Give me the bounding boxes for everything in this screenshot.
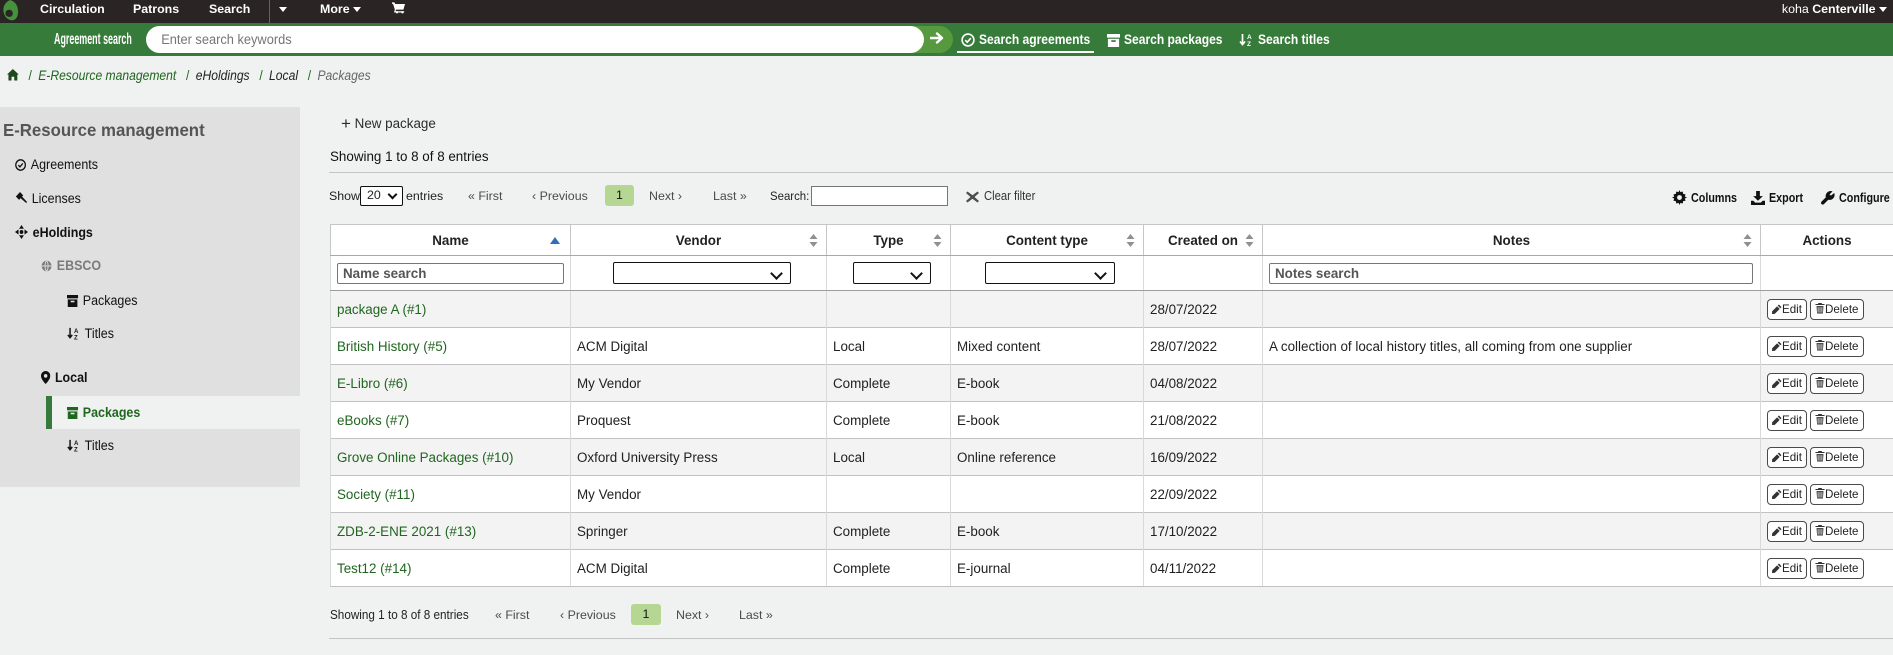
svg-text:Z: Z: [74, 446, 78, 452]
svg-text:Z: Z: [1247, 41, 1251, 47]
svg-text:Z: Z: [74, 334, 78, 340]
svg-text:A: A: [1247, 34, 1252, 41]
